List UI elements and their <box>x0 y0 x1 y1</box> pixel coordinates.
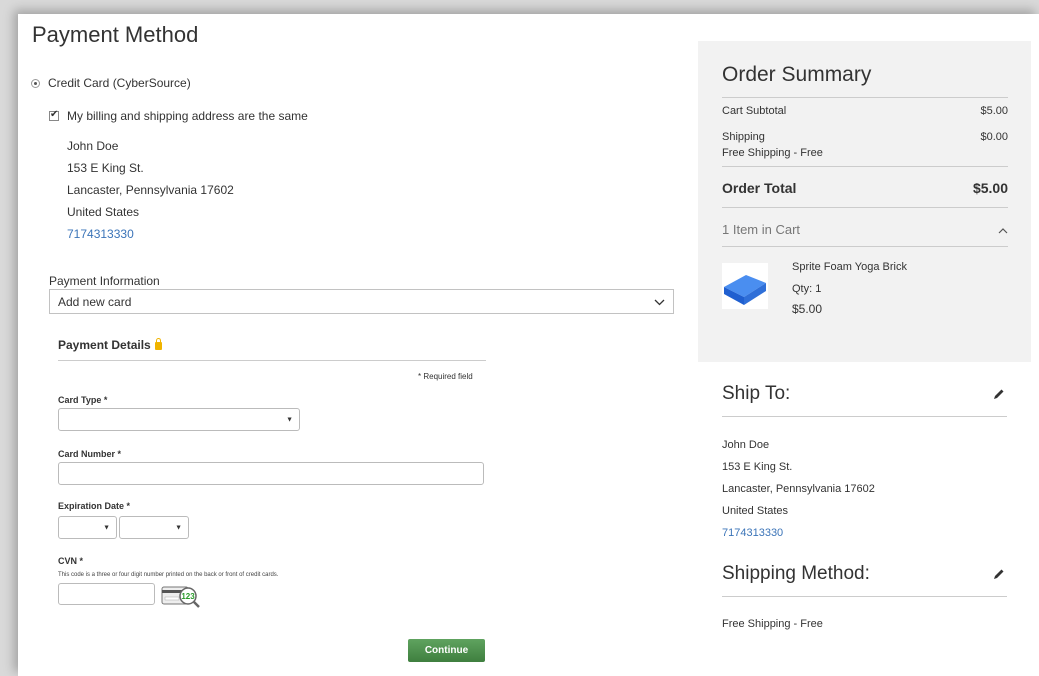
chevron-down-icon <box>654 295 665 309</box>
same-address-checkbox[interactable] <box>49 109 59 121</box>
expiration-month-select[interactable]: ▼ <box>58 516 117 539</box>
required-field-note: * Required field <box>418 372 473 381</box>
product-thumbnail[interactable] <box>722 263 768 309</box>
payment-method-title: Payment Method <box>32 22 199 47</box>
divider <box>722 166 1008 167</box>
divider <box>722 97 1008 98</box>
lock-icon <box>154 338 162 350</box>
product-price: $5.00 <box>792 302 823 316</box>
items-in-cart-toggle[interactable]: 1 Item in Cart <box>722 222 1008 237</box>
ship-to-city: Lancaster, Pennsylvania 17602 <box>722 483 875 495</box>
billing-country: United States <box>67 205 140 219</box>
billing-phone-link[interactable]: 7174313330 <box>67 223 234 245</box>
order-summary-title: Order Summary <box>722 63 872 86</box>
subtotal-label: Cart Subtotal <box>722 105 787 117</box>
order-total-row: Order Total $5.00 <box>722 180 1008 196</box>
divider <box>722 416 1007 417</box>
divider <box>722 207 1008 208</box>
payment-information-select[interactable]: Add new card <box>49 289 674 314</box>
ship-to-name: John Doe <box>722 439 770 451</box>
checkout-page: Payment Method Credit Card (CyberSource)… <box>18 14 1039 676</box>
payment-method-radio[interactable] <box>31 78 40 88</box>
shipping-method-title: Shipping Method: <box>722 563 870 584</box>
same-address-label: My billing and shipping address are the … <box>67 109 308 123</box>
order-total-label: Order Total <box>722 180 797 196</box>
shipping-label: Shipping <box>722 131 765 143</box>
order-summary: Order Summary Cart Subtotal $5.00 Shippi… <box>698 41 1031 362</box>
cvn-hint: This code is a three or four digit numbe… <box>58 572 279 578</box>
ship-to-country: United States <box>722 505 789 517</box>
continue-button[interactable]: Continue <box>408 639 485 662</box>
divider <box>58 360 486 361</box>
shipping-row: Shipping $0.00 <box>722 131 1008 143</box>
payment-information-value: Add new card <box>58 294 132 309</box>
product-name: Sprite Foam Yoga Brick <box>792 261 907 273</box>
billing-street: 153 E King St. <box>67 161 144 175</box>
same-address-option[interactable]: My billing and shipping address are the … <box>49 109 308 123</box>
dropdown-arrow-icon: ▼ <box>103 524 110 531</box>
shipping-method-sub: Free Shipping - Free <box>722 147 823 159</box>
payment-information-label: Payment Information <box>49 274 160 288</box>
billing-address: John Doe 153 E King St. Lancaster, Penns… <box>67 135 234 245</box>
shipping-method-value: Free Shipping - Free <box>722 618 823 630</box>
divider <box>722 596 1007 597</box>
billing-city: Lancaster, Pennsylvania 17602 <box>67 183 234 197</box>
divider <box>722 246 1008 247</box>
edit-pencil-icon[interactable] <box>993 388 1005 403</box>
chevron-up-icon <box>998 222 1008 237</box>
card-number-input[interactable] <box>58 462 484 485</box>
card-type-select[interactable]: ▼ <box>58 408 300 431</box>
card-number-label: Card Number * <box>58 449 122 459</box>
ship-to-street: 153 E King St. <box>722 461 793 473</box>
cvn-label: CVN * <box>58 556 84 566</box>
product-qty: Qty: 1 <box>792 283 822 295</box>
expiration-year-select[interactable]: ▼ <box>119 516 189 539</box>
subtotal-row: Cart Subtotal $5.00 <box>722 105 1008 117</box>
cvn-input[interactable] <box>58 583 155 605</box>
billing-name: John Doe <box>67 139 119 153</box>
cvn-help-icon[interactable]: 123 <box>161 584 201 608</box>
payment-method-option[interactable]: Credit Card (CyberSource) <box>31 76 191 90</box>
ship-to-title: Ship To: <box>722 383 791 404</box>
items-in-cart-label: 1 Item in Cart <box>722 222 801 237</box>
shipping-value: $0.00 <box>980 131 1008 143</box>
payment-details-heading: Payment Details <box>58 338 162 352</box>
edit-pencil-icon[interactable] <box>993 568 1005 583</box>
dropdown-arrow-icon: ▼ <box>175 524 182 531</box>
cvn-icon-digits: 123 <box>181 592 195 601</box>
subtotal-value: $5.00 <box>980 105 1008 117</box>
ship-to-address: John Doe 153 E King St. Lancaster, Penns… <box>722 434 875 544</box>
payment-details-title: Payment Details <box>58 338 151 352</box>
ship-to-phone-link[interactable]: 7174313330 <box>722 522 875 544</box>
expiration-date-label: Expiration Date * <box>58 501 131 511</box>
payment-method-label: Credit Card (CyberSource) <box>48 76 191 90</box>
order-total-value: $5.00 <box>972 180 1008 196</box>
dropdown-arrow-icon: ▼ <box>286 416 293 423</box>
card-type-label: Card Type * <box>58 395 108 405</box>
